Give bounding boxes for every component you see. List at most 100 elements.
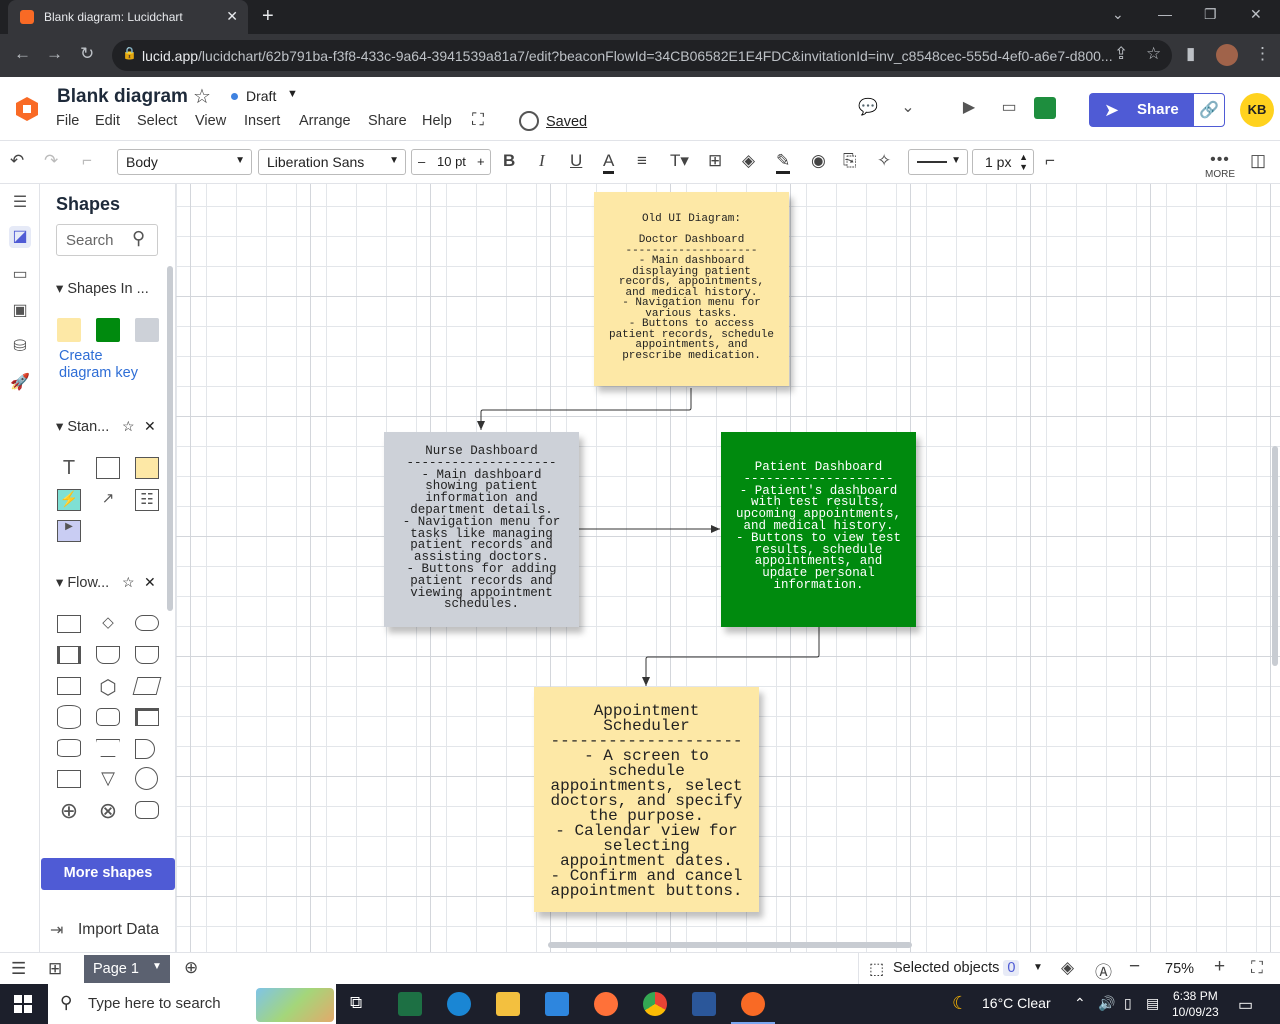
clock-display[interactable]: 6:38 PM 10/09/23: [1172, 988, 1219, 1020]
card-shape-icon[interactable]: [57, 770, 81, 788]
rectangle-shape-icon[interactable]: [96, 457, 120, 479]
insert-shape-icon[interactable]: ⊞: [708, 151, 722, 171]
manual-input-icon[interactable]: [57, 677, 81, 695]
zoom-in-icon[interactable]: +: [1214, 956, 1225, 978]
close-icon[interactable]: ✕: [144, 574, 156, 591]
zoom-out-icon[interactable]: −: [1129, 956, 1140, 978]
minimize-icon[interactable]: —: [1158, 6, 1172, 22]
summing-junction-icon[interactable]: ⊗: [96, 798, 120, 823]
word-app-icon[interactable]: [692, 992, 716, 1016]
notification-icon[interactable]: ▭: [1238, 995, 1253, 1015]
close-tab-icon[interactable]: ✕: [226, 8, 238, 25]
connector-circle-icon[interactable]: [135, 767, 158, 790]
draft-status[interactable]: Draft: [246, 88, 276, 104]
process-shape-icon[interactable]: [57, 615, 81, 633]
more-button[interactable]: ••• MORE: [1205, 151, 1235, 180]
text-style-select[interactable]: Body ▼: [117, 149, 252, 175]
copy-link-button[interactable]: 🔗: [1193, 93, 1225, 127]
swatch-yellow[interactable]: [57, 318, 81, 342]
action-shape-icon[interactable]: ⚡: [57, 489, 81, 511]
shapes-in-doc-header[interactable]: ▾ Shapes In ...: [56, 281, 149, 297]
note-patient-dashboard[interactable]: Patient Dashboard -------------------- -…: [721, 432, 916, 627]
video-icon[interactable]: ▭: [998, 97, 1020, 119]
undo-icon[interactable]: ↶: [10, 151, 24, 171]
database-shape-icon[interactable]: [57, 705, 81, 729]
menu-file[interactable]: File: [56, 113, 79, 129]
lock-icon[interactable]: 🔒: [122, 46, 137, 60]
menu-help[interactable]: Help: [422, 113, 452, 129]
taskbar-search[interactable]: ⚲ Type here to search: [48, 984, 336, 1024]
font-select[interactable]: Liberation Sans ▼: [258, 149, 406, 175]
stored-data-icon[interactable]: [96, 708, 120, 726]
templates-icon[interactable]: ▭: [9, 264, 31, 286]
favorite-star-icon[interactable]: ☆: [193, 84, 211, 109]
internal-storage-icon[interactable]: [135, 708, 159, 726]
data-icon[interactable]: ⛁: [9, 336, 31, 358]
task-view-icon[interactable]: ⧉: [350, 993, 362, 1013]
zoom-level[interactable]: 75%: [1165, 961, 1194, 977]
weather-text[interactable]: 16°C Clear: [982, 995, 1051, 1011]
lucid-app-icon[interactable]: [741, 992, 765, 1016]
menu-arrange[interactable]: Arrange: [299, 113, 351, 129]
add-page-icon[interactable]: ⊕: [184, 958, 198, 978]
flowchart-header[interactable]: ▾ Flow...: [56, 575, 109, 591]
comment-icon[interactable]: 💬: [857, 97, 879, 119]
fullscreen-icon[interactable]: ⛶: [1251, 958, 1263, 978]
browser-tab[interactable]: Blank diagram: Lucidchart ✕: [8, 0, 248, 34]
battery-icon[interactable]: ▯: [1124, 995, 1132, 1012]
standard-header[interactable]: ▾ Stan...: [56, 419, 109, 435]
font-size-value[interactable]: 10 pt: [437, 154, 466, 169]
text-color-icon[interactable]: A: [603, 151, 615, 174]
line-width-stepper[interactable]: 1 px ▲ ▼: [972, 149, 1034, 175]
arrow-line-icon[interactable]: ↗: [96, 489, 120, 511]
predefined-process-icon[interactable]: [57, 646, 81, 664]
manual-operation-icon[interactable]: [96, 739, 120, 757]
fill-color-icon[interactable]: ◈: [742, 151, 755, 171]
underline-icon[interactable]: U: [570, 151, 582, 171]
multi-document-icon[interactable]: [135, 646, 159, 664]
windows-start-icon[interactable]: [14, 995, 32, 1013]
preparation-shape-icon[interactable]: ⬡: [96, 675, 120, 699]
image-icon[interactable]: ▣: [9, 300, 31, 322]
opacity-icon[interactable]: ◉: [811, 151, 826, 171]
new-tab-icon[interactable]: +: [262, 5, 274, 28]
paper-tape-icon[interactable]: [57, 739, 81, 757]
display-shape-icon[interactable]: [135, 801, 159, 819]
share-page-icon[interactable]: ⇪: [1114, 44, 1128, 64]
chevron-down-icon[interactable]: ▼: [287, 88, 298, 100]
text-shape-icon[interactable]: T: [57, 457, 81, 479]
menu-view[interactable]: View: [195, 113, 226, 129]
rocket-icon[interactable]: 🚀: [9, 372, 31, 394]
menu-share[interactable]: Share: [368, 113, 407, 129]
page-tab[interactable]: Page 1 ▼: [84, 955, 170, 983]
tab-search-icon[interactable]: ⌄: [1112, 6, 1124, 23]
present-icon[interactable]: ▶: [958, 97, 980, 119]
shapes-icon[interactable]: ◪: [9, 226, 31, 248]
sticky-note-icon[interactable]: [135, 457, 159, 479]
pages-icon[interactable]: ☰: [9, 192, 31, 214]
user-avatar[interactable]: KB: [1240, 93, 1274, 127]
chrome-app-icon[interactable]: [643, 992, 667, 1016]
merge-shape-icon[interactable]: ▽: [96, 768, 120, 790]
selected-objects[interactable]: ⬚ Selected objects 0 ▼: [858, 953, 1050, 985]
meet-app-icon[interactable]: [1034, 97, 1056, 119]
list-view-icon[interactable]: ☰: [11, 959, 26, 979]
back-icon[interactable]: ←: [14, 44, 31, 64]
sidebar-icon[interactable]: ▮: [1186, 44, 1195, 64]
forward-icon[interactable]: →: [46, 44, 63, 64]
data-shape-icon[interactable]: [132, 677, 162, 695]
pin-star-icon[interactable]: ☆: [122, 574, 135, 591]
decision-shape-icon[interactable]: ◇: [96, 613, 120, 635]
accessibility-icon[interactable]: Ⓐ: [1095, 958, 1112, 983]
more-shapes-button[interactable]: More shapes: [41, 858, 175, 890]
panel-toggle-icon[interactable]: ◫: [1250, 151, 1266, 171]
increase-size-icon[interactable]: +: [477, 154, 485, 169]
chevron-down-icon[interactable]: ⌄: [897, 97, 919, 119]
import-data-button[interactable]: Import Data: [78, 921, 159, 939]
lucid-logo-icon[interactable]: [16, 97, 38, 121]
italic-icon[interactable]: I: [539, 151, 545, 171]
close-window-icon[interactable]: ✕: [1250, 6, 1262, 23]
redo-icon[interactable]: ↷: [44, 151, 58, 171]
search-icon[interactable]: ⚲: [132, 228, 152, 248]
terminator-shape-icon[interactable]: [135, 615, 159, 631]
